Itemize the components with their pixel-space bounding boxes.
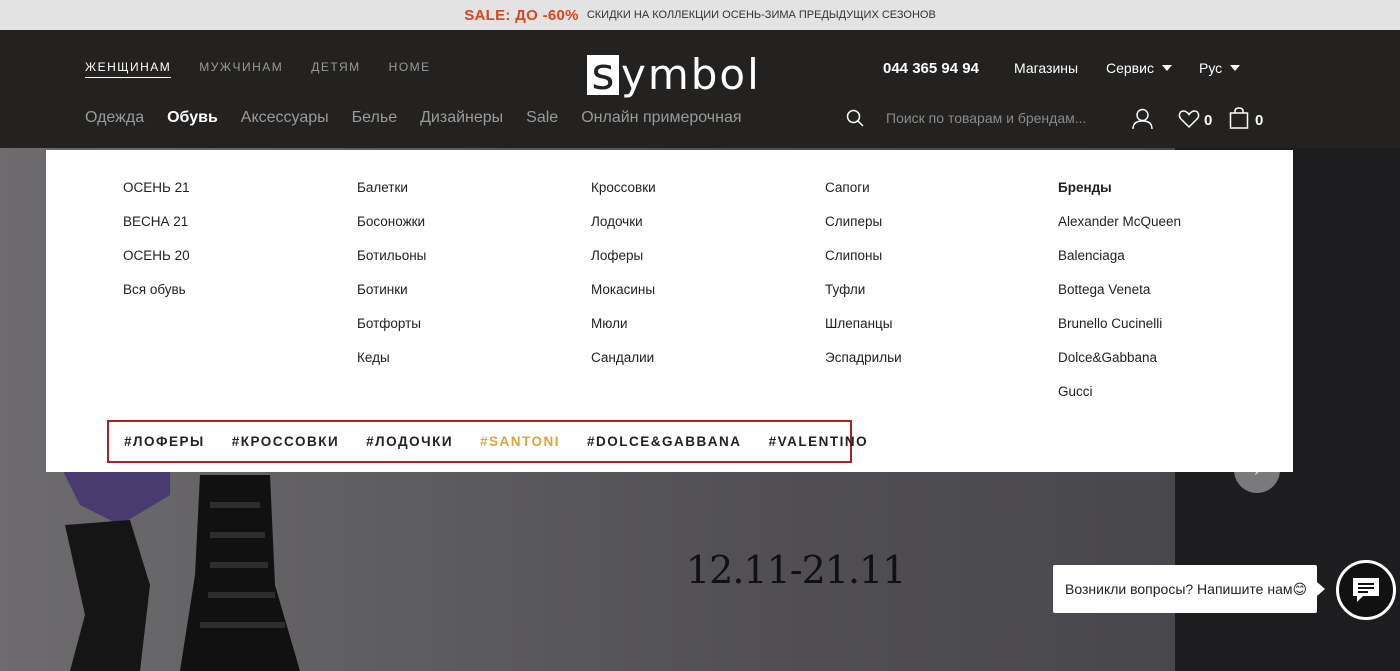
language-dropdown[interactable]: Рус — [1199, 60, 1241, 76]
menu-item[interactable]: Босоножки — [357, 214, 426, 248]
menu-item[interactable]: Туфли — [825, 282, 902, 316]
nav-men[interactable]: МУЖЧИНАМ — [199, 60, 283, 78]
promo-bar[interactable]: SALE: ДО -60% СКИДКИ НА КОЛЛЕКЦИИ ОСЕНЬ-… — [0, 0, 1400, 30]
menu-item[interactable]: Слиперы — [825, 214, 902, 248]
brand-item[interactable]: Bottega Veneta — [1058, 282, 1181, 316]
brand-item[interactable]: Dolce&Gabbana — [1058, 350, 1181, 384]
menu-item[interactable]: Мокасины — [591, 282, 656, 316]
menu-item[interactable]: Ботильоны — [357, 248, 426, 282]
service-label: Сервис — [1106, 60, 1154, 76]
menu-item[interactable]: Слипоны — [825, 248, 902, 282]
brands-title[interactable]: Бренды — [1058, 180, 1181, 214]
brand-item[interactable]: Gucci — [1058, 384, 1181, 418]
phone-number[interactable]: 044 365 94 94 — [883, 60, 979, 77]
menu-column-types-3: Сапоги Слиперы Слипоны Туфли Шлепанцы Эс… — [825, 180, 902, 384]
wishlist-count: 0 — [1204, 112, 1213, 129]
cat-shoes[interactable]: Обувь — [167, 109, 218, 127]
menu-column-types-1: Балетки Босоножки Ботильоны Ботинки Ботф… — [357, 180, 426, 384]
tag-dolce-gabbana[interactable]: #DOLCE&GABBANA — [587, 434, 742, 449]
cat-lingerie[interactable]: Белье — [352, 109, 397, 127]
gender-nav: ЖЕНЩИНАМ МУЖЧИНАМ ДЕТЯМ HOME — [85, 60, 431, 78]
logo-text: ymbol — [621, 50, 761, 99]
service-dropdown[interactable]: Сервис — [1106, 60, 1172, 76]
promo-text: СКИДКИ НА КОЛЛЕКЦИИ ОСЕНЬ-ЗИМА ПРЕДЫДУЩИ… — [586, 9, 936, 21]
menu-item[interactable]: Ботфорты — [357, 316, 426, 350]
tag-pumps[interactable]: #ЛОДОЧКИ — [366, 434, 453, 449]
cart-button[interactable]: 0 — [1229, 107, 1263, 129]
user-icon[interactable] — [1132, 108, 1153, 130]
brand-item[interactable]: Balenciaga — [1058, 248, 1181, 282]
menu-item[interactable]: Кеды — [357, 350, 426, 384]
chat-prompt-text: Возникли вопросы? Напишите нам😊 — [1065, 580, 1308, 597]
logo[interactable]: s ymbol — [587, 50, 761, 99]
brand-item[interactable]: Brunello Cucinelli — [1058, 316, 1181, 350]
menu-item[interactable]: Шлепанцы — [825, 316, 902, 350]
hashtag-bar: #ЛОФЕРЫ #КРОССОВКИ #ЛОДОЧКИ #SANTONI #DO… — [107, 420, 867, 463]
menu-item[interactable]: ВЕСНА 21 — [123, 214, 190, 248]
search-icon[interactable] — [846, 109, 864, 127]
tag-loafers[interactable]: #ЛОФЕРЫ — [124, 434, 205, 449]
cat-clothing[interactable]: Одежда — [85, 109, 144, 127]
chevron-down-icon — [1230, 65, 1241, 71]
search-input[interactable] — [886, 106, 1096, 130]
heart-icon — [1178, 109, 1200, 128]
cat-online-fitting[interactable]: Онлайн примерочная — [581, 109, 741, 127]
hero-boot-image — [60, 465, 300, 671]
chevron-down-icon — [1161, 65, 1172, 71]
menu-item[interactable]: Эспадрильи — [825, 350, 902, 384]
tag-valentino[interactable]: #VALENTINO — [769, 434, 869, 449]
menu-column-brands: Бренды Alexander McQueen Balenciaga Bott… — [1058, 180, 1181, 418]
menu-item[interactable]: Сандалии — [591, 350, 656, 384]
menu-column-types-2: Кроссовки Лодочки Лоферы Мокасины Мюли С… — [591, 180, 656, 384]
tag-sneakers[interactable]: #КРОССОВКИ — [232, 434, 339, 449]
cat-sale[interactable]: Sale — [526, 109, 558, 127]
site-header: ЖЕНЩИНАМ МУЖЧИНАМ ДЕТЯМ HOME s ymbol 044… — [0, 30, 1400, 148]
chat-icon — [1353, 578, 1379, 602]
menu-item[interactable]: Мюли — [591, 316, 656, 350]
logo-letter-box: s — [587, 53, 619, 97]
wishlist-button[interactable]: 0 — [1178, 108, 1212, 129]
cat-designers[interactable]: Дизайнеры — [420, 109, 503, 127]
language-label: Рус — [1199, 60, 1223, 76]
menu-item[interactable]: Вся обувь — [123, 282, 190, 316]
menu-item[interactable]: ОСЕНЬ 21 — [123, 180, 190, 214]
chat-prompt-bubble[interactable]: Возникли вопросы? Напишите нам😊 — [1053, 565, 1325, 613]
menu-item[interactable]: Лодочки — [591, 214, 656, 248]
stores-link[interactable]: Магазины — [1014, 60, 1078, 76]
tag-santoni[interactable]: #SANTONI — [480, 434, 560, 449]
menu-item[interactable]: Лоферы — [591, 248, 656, 282]
promo-sale: SALE: ДО -60% — [464, 6, 579, 24]
nav-women[interactable]: ЖЕНЩИНАМ — [85, 60, 172, 78]
menu-item[interactable]: ОСЕНЬ 20 — [123, 248, 190, 282]
menu-item[interactable]: Ботинки — [357, 282, 426, 316]
chat-button[interactable] — [1336, 560, 1396, 620]
cat-accessories[interactable]: Аксессуары — [241, 109, 329, 127]
menu-item[interactable]: Сапоги — [825, 180, 902, 214]
menu-column-seasons: ОСЕНЬ 21 ВЕСНА 21 ОСЕНЬ 20 Вся обувь — [123, 180, 190, 316]
bag-icon — [1229, 107, 1249, 129]
category-nav: Одежда Обувь Аксессуары Белье Дизайнеры … — [85, 109, 742, 127]
cart-count: 0 — [1255, 111, 1264, 129]
nav-kids[interactable]: ДЕТЯМ — [311, 60, 360, 78]
nav-home[interactable]: HOME — [389, 60, 431, 78]
hero-date: 12.11-21.11 — [686, 548, 906, 592]
brand-item[interactable]: Alexander McQueen — [1058, 214, 1181, 248]
menu-item[interactable]: Кроссовки — [591, 180, 656, 214]
menu-item[interactable]: Балетки — [357, 180, 426, 214]
